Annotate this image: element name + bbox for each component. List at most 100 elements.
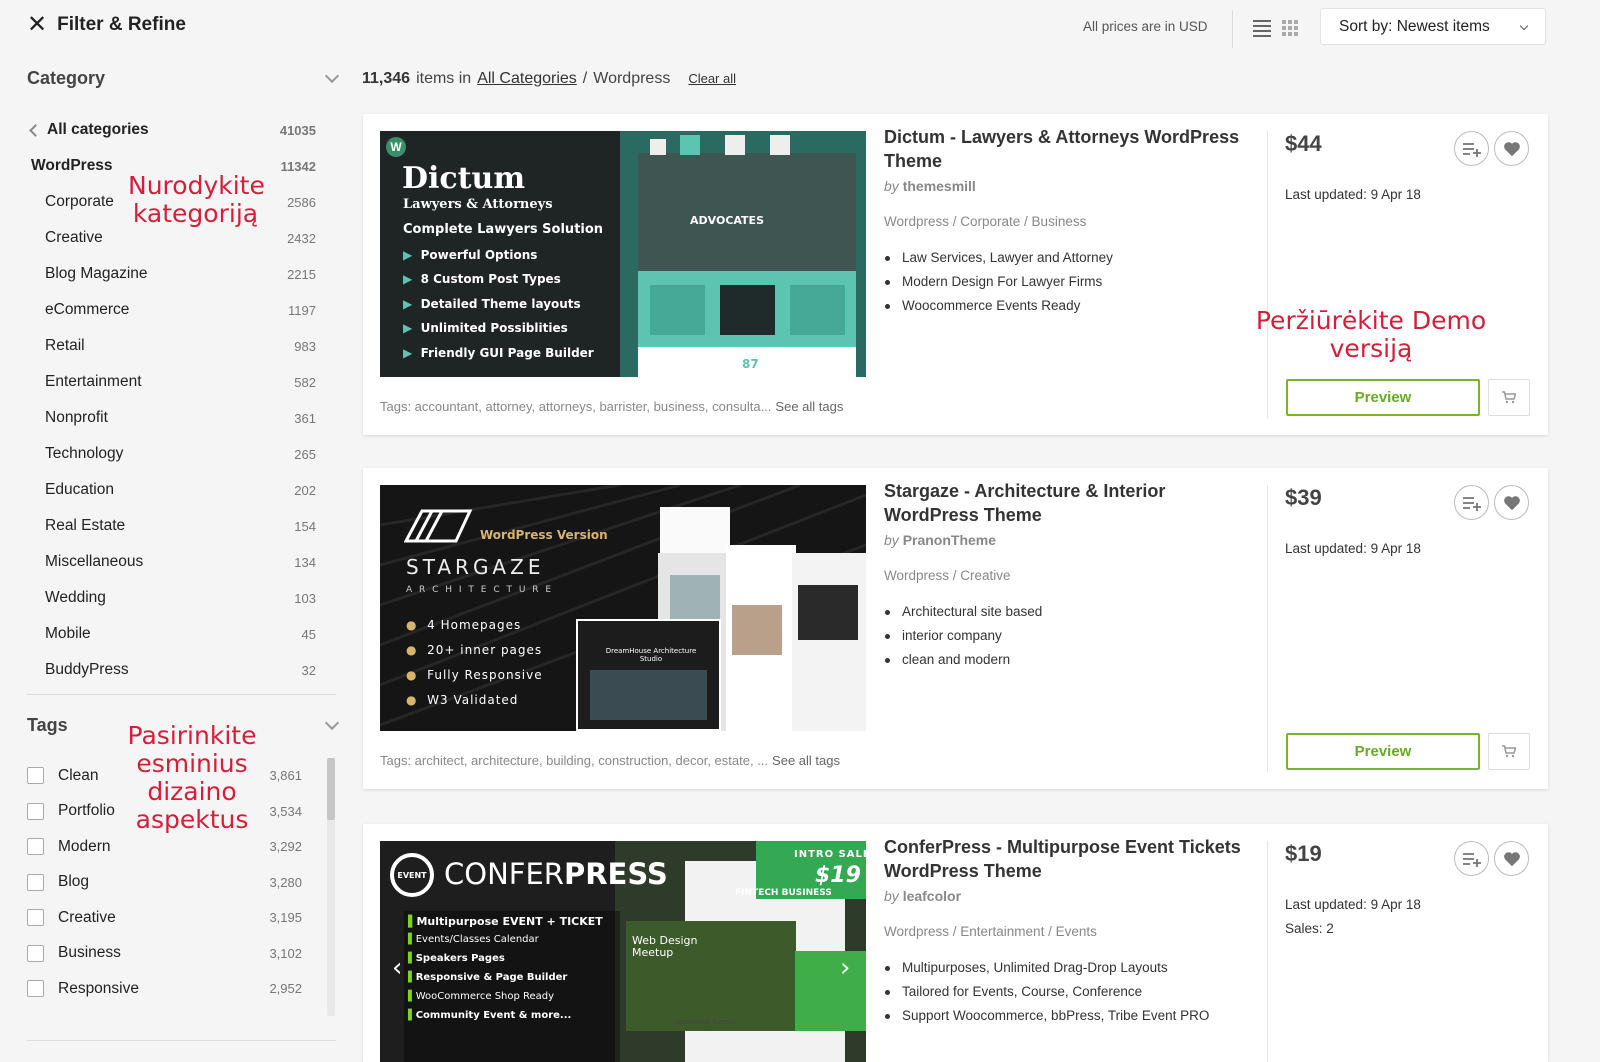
subcategory-count: 103 xyxy=(294,590,316,606)
author-link[interactable]: PranonTheme xyxy=(903,532,996,548)
add-to-collection-icon[interactable] xyxy=(1454,131,1489,166)
feature-item: Modern Design For Lawyer Firms xyxy=(885,274,1113,298)
add-to-collection-icon[interactable] xyxy=(1454,485,1489,520)
tag-count: 3,534 xyxy=(269,803,302,819)
author-prefix: by xyxy=(884,888,899,904)
item-card: DreamHouse Architecture Studio WordPress… xyxy=(363,468,1548,789)
subcategory-item[interactable]: BuddyPress 32 xyxy=(27,652,316,688)
item-price: $39 xyxy=(1285,485,1322,510)
category-label: All categories xyxy=(27,121,149,139)
thumb-panel-label: ADVOCATES xyxy=(690,214,764,227)
favorite-heart-icon[interactable] xyxy=(1494,841,1529,876)
tag-item[interactable]: Modern 3,292 xyxy=(27,829,302,865)
tag-label: Blog xyxy=(58,873,90,891)
chevron-down-icon[interactable] xyxy=(324,68,340,83)
see-all-tags-link[interactable]: See all tags xyxy=(775,399,843,414)
item-title[interactable]: Stargaze - Architecture & Interior WordP… xyxy=(884,480,1246,528)
results-summary: 11,346 items in All Categories / Wordpre… xyxy=(362,70,736,88)
add-to-cart-icon[interactable] xyxy=(1488,379,1530,416)
thumb-sub-label: FINTECH BUSINESS xyxy=(735,888,832,898)
item-thumbnail[interactable]: DreamHouse Architecture Studio WordPress… xyxy=(380,485,866,731)
clear-all-link[interactable]: Clear all xyxy=(688,71,736,86)
favorite-heart-icon[interactable] xyxy=(1494,485,1529,520)
subcategory-count: 582 xyxy=(294,374,316,390)
scrollbar-thumb[interactable] xyxy=(327,758,335,820)
author-prefix: by xyxy=(884,532,899,548)
favorite-heart-icon[interactable] xyxy=(1494,131,1529,166)
subcategory-item[interactable]: Entertainment 582 xyxy=(27,364,316,400)
subcategory-label: Miscellaneous xyxy=(45,553,144,570)
subcategory-count: 202 xyxy=(294,482,316,498)
see-all-tags-link[interactable]: See all tags xyxy=(772,753,840,768)
tag-checkbox[interactable] xyxy=(27,944,44,962)
subcategory-item[interactable]: Retail 983 xyxy=(27,328,316,364)
author-link[interactable]: themesmill xyxy=(903,178,976,194)
list-view-icon[interactable] xyxy=(1253,20,1271,37)
item-thumbnail[interactable]: W Dictum Lawyers & Attorneys Complete La… xyxy=(380,131,866,377)
tag-item[interactable]: Responsive 2,952 xyxy=(27,971,302,1007)
tag-count: 3,861 xyxy=(269,768,302,784)
tag-label: Business xyxy=(58,944,121,962)
tag-item[interactable]: Business 3,102 xyxy=(27,936,302,972)
item-title[interactable]: Dictum - Lawyers & Attorneys WordPress T… xyxy=(884,126,1246,174)
subcategory-item[interactable]: Real Estate 154 xyxy=(27,508,316,544)
subcategory-label: Corporate xyxy=(45,193,114,210)
thumb-subtitle: A R C H I T E C T U R E xyxy=(406,585,554,595)
item-title[interactable]: ConferPress - Multipurpose Event Tickets… xyxy=(884,836,1246,884)
category-label: WordPress xyxy=(31,157,113,174)
item-author: by themesmill xyxy=(884,178,976,194)
item-category: Wordpress / Corporate / Business xyxy=(884,214,1087,229)
carousel-prev-icon[interactable]: ‹ xyxy=(392,953,402,983)
tag-checkbox[interactable] xyxy=(27,767,44,785)
breadcrumb-link[interactable]: All Categories xyxy=(477,70,577,88)
tag-checkbox[interactable] xyxy=(27,838,44,856)
tag-label: Creative xyxy=(58,908,116,926)
tag-checkbox[interactable] xyxy=(27,802,44,820)
thumb-logo: CONFERPRESS xyxy=(444,857,668,891)
annotation-line: aspektus xyxy=(135,805,249,834)
subcategory-item[interactable]: Wedding 103 xyxy=(27,580,316,616)
stargaze-logo-icon xyxy=(404,509,473,543)
breadcrumb-current: Wordpress xyxy=(593,70,671,87)
tag-label: Responsive xyxy=(58,979,139,997)
subcategory-item[interactable]: Blog Magazine 2215 xyxy=(27,256,316,292)
tag-item[interactable]: Blog 3,280 xyxy=(27,865,302,901)
close-icon[interactable]: ✕ xyxy=(27,13,47,37)
item-thumbnail[interactable]: INTRO SALE $19 FINTECH BUSINESS EVENT CO… xyxy=(380,841,866,1062)
column-divider xyxy=(1267,131,1268,418)
tag-count: 3,292 xyxy=(269,839,302,855)
sales-count: Sales: 2 xyxy=(1285,921,1334,936)
tag-checkbox[interactable] xyxy=(27,873,44,891)
subcategory-label: Education xyxy=(45,481,114,498)
tag-checkbox[interactable] xyxy=(27,909,44,927)
category-section-header[interactable]: Category xyxy=(27,68,343,89)
add-to-cart-icon[interactable] xyxy=(1488,733,1530,770)
preview-button[interactable]: Preview xyxy=(1286,379,1480,416)
section-divider xyxy=(27,1040,336,1041)
tag-item[interactable]: Creative 3,195 xyxy=(27,900,302,936)
item-features: Law Services, Lawyer and Attorney Modern… xyxy=(885,250,1113,322)
subcategory-item[interactable]: eCommerce 1197 xyxy=(27,292,316,328)
preview-button[interactable]: Preview xyxy=(1286,733,1480,770)
annotation-tags: Pasirinkite esminius dizaino aspektus xyxy=(127,722,257,834)
annotation-line: versiją xyxy=(1329,334,1413,363)
tags-scrollbar[interactable] xyxy=(327,758,335,1016)
subcategory-item[interactable]: Technology 265 xyxy=(27,436,316,472)
subcategory-count: 1197 xyxy=(288,302,316,318)
chevron-down-icon[interactable] xyxy=(324,715,340,730)
subcategory-item[interactable]: Nonprofit 361 xyxy=(27,400,316,436)
annotation-category: Nurodykite kategoriją xyxy=(128,172,265,228)
tag-checkbox[interactable] xyxy=(27,980,44,998)
subcategory-label: Technology xyxy=(45,445,124,462)
carousel-next-icon[interactable]: › xyxy=(840,953,850,983)
add-to-collection-icon[interactable] xyxy=(1454,841,1489,876)
thumb-bullet: ▶ Unlimited Possiblities xyxy=(403,321,568,335)
thumb-bullet: ▌Community Event & more... xyxy=(408,1010,572,1021)
author-link[interactable]: leafcolor xyxy=(903,888,961,904)
sort-dropdown[interactable]: Sort by: Newest items xyxy=(1320,8,1546,45)
grid-view-icon[interactable] xyxy=(1282,20,1298,36)
category-all[interactable]: All categories 41035 xyxy=(27,112,316,148)
subcategory-item[interactable]: Miscellaneous 134 xyxy=(27,544,316,580)
subcategory-item[interactable]: Mobile 45 xyxy=(27,616,316,652)
subcategory-item[interactable]: Education 202 xyxy=(27,472,316,508)
